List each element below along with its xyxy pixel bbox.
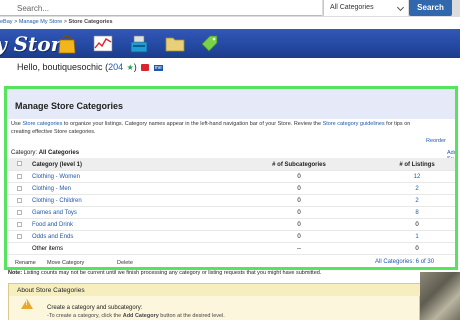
chart-icon [93,35,113,52]
search-button[interactable]: Search [409,0,452,16]
subcategory-count: 0 [297,174,301,180]
about-line-2: -To create a category, click the Add Cat… [47,313,225,319]
me-badge-icon: me [153,64,163,71]
background-photo [420,272,460,320]
about-line-2-part: button at the desired level. [158,313,225,319]
listing-count: 0 [415,222,419,228]
header-category: Category (level 1) [32,162,83,168]
note-text: Note: Listing counts may not be current … [8,270,321,276]
rename-button[interactable]: Rename [15,260,36,266]
star-icon: ★ [126,63,134,72]
table-row: Food and Drink 0 0 [7,219,455,231]
about-line-1: Create a category and subcategory: [47,305,143,311]
subcategory-count: -- [297,246,301,252]
category-name-link[interactable]: Clothing - Children [32,198,82,204]
breadcrumb-manage-my-store[interactable]: Manage My Store [19,19,62,25]
breadcrumb: eBay > Manage My Store > Store Categorie… [0,19,113,25]
listing-count-link[interactable]: 1 [377,234,455,240]
table-row: Clothing - Men 0 2 [7,183,455,195]
folder-icon [165,37,185,52]
price-tag-icon [201,35,218,52]
store-categories-link[interactable]: Store categories [22,121,62,127]
category-select[interactable]: All Categories [323,0,408,16]
note-body: Listing counts may not be current until … [22,270,322,276]
category-filter-label: Category: All Categories [11,150,79,156]
all-categories-link[interactable]: All Categories: 6 of 30 [375,259,434,265]
table-row: Games and Toys 0 8 [7,207,455,219]
about-line-2-bold: Add Category [122,313,159,319]
row-checkbox[interactable] [17,234,22,239]
row-checkbox[interactable] [17,186,22,191]
about-title: About Store Categories [9,284,421,296]
chevron-down-icon [396,3,405,12]
intro-text-part: for tips on [384,121,411,127]
category-name-link[interactable]: Clothing - Men [32,186,71,192]
categories-table: Category (level 1) # of Subcategories # … [7,158,455,255]
category-name-link[interactable]: Games and Toys [32,210,77,216]
page-title: Manage Store Categories [15,101,124,111]
warning-icon-mark: ! [25,301,28,307]
intro-text-part: creating effective Store categories. [11,129,96,135]
listing-count-link[interactable]: 2 [377,186,455,192]
note-label: Note: [8,270,23,276]
move-category-button[interactable]: Move Category [47,260,84,266]
subcategory-count: 0 [297,222,301,228]
guidelines-link[interactable]: Store category guidelines [323,121,385,127]
subcategory-count: 0 [297,198,301,204]
table-header-row: Category (level 1) # of Subcategories # … [7,158,455,171]
intro-text-part: to organize your listings. Category name… [62,121,323,127]
table-row: Clothing - Children 0 2 [7,195,455,207]
category-name-link[interactable]: Food and Drink [32,222,73,228]
category-name-link[interactable]: Clothing - Women [32,174,80,180]
subcategory-count: 0 [297,210,301,216]
row-checkbox[interactable] [17,198,22,203]
listing-count: 0 [415,246,419,252]
row-checkbox[interactable] [17,210,22,215]
table-actions: Rename Move Category Delete All Categori… [7,257,455,267]
row-checkbox[interactable] [17,174,22,179]
hello-user: Hello, boutiquesochic (204 ★) me [17,62,163,72]
header-listings: # of Listings [399,162,435,168]
intro-text-part: Use [11,121,23,127]
manage-categories-panel: Manage Store Categories Use Store catego… [4,86,458,270]
greeting-text: Hello, boutiquesochic [17,62,103,72]
search-input[interactable]: Search... [0,0,322,16]
category-value: All Categories [38,150,80,156]
category-select-value: All Categories [330,4,374,11]
select-all-checkbox[interactable] [17,161,22,166]
category-name-link[interactable]: Odds and Ends [32,234,73,240]
feedback-score[interactable]: 204 [108,62,123,72]
row-checkbox[interactable] [17,222,22,227]
breadcrumb-ebay[interactable]: eBay [0,19,13,25]
table-row: Clothing - Women 0 12 [7,171,455,183]
table-row: Other items -- 0 [7,243,455,255]
subcategory-count: 0 [297,186,301,192]
shopping-bag-icon [58,35,76,54]
panel-header: Manage Store Categories [7,89,455,119]
about-store-categories: About Store Categories ! Create a catego… [8,283,421,320]
table-row: Odds and Ends 0 1 [7,231,455,243]
listing-count-link[interactable]: 2 [377,198,455,204]
top-search-bar: Search... All Categories Search [0,0,460,17]
category-label: Category: [11,150,38,156]
listing-count-link[interactable]: 8 [377,210,455,216]
reorder-link[interactable]: Reorder [426,138,446,144]
seller-badge-icon [141,64,150,72]
subcategory-count: 0 [297,234,301,240]
cash-register-icon [130,35,148,53]
listing-count-link[interactable]: 12 [377,174,455,180]
category-name: Other items [32,246,64,252]
store-banner: y Store [0,29,460,58]
breadcrumb-current: Store Categories [68,19,113,25]
about-line-2-part: -To create a category, click the [47,313,123,319]
delete-button[interactable]: Delete [117,260,133,266]
intro-text: Use Store categories to organize your li… [11,120,455,136]
header-subcategories: # of Subcategories [272,162,326,168]
